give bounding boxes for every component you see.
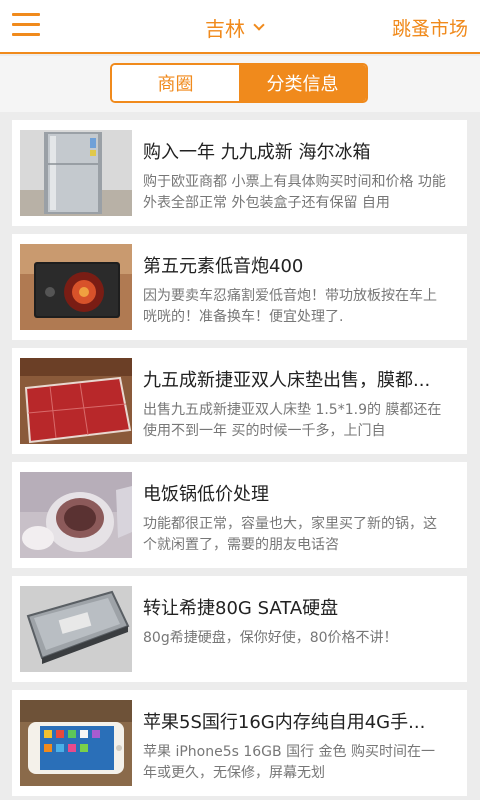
list-item[interactable]: 九五成新捷亚双人床垫出售，膜都... 出售九五成新捷亚双人床垫 1.5*1.9的… (12, 348, 467, 454)
listing-description: 购于欧亚商都 小票上有具体购买时间和价格 功能外表全部正常 外包装盒子还有保留 … (143, 174, 446, 211)
listing-title: 电饭锅低价处理 (143, 484, 269, 505)
fridge-thumbnail (20, 130, 132, 216)
city-selector[interactable]: 吉林 (205, 13, 265, 41)
tab-classified-info[interactable]: 分类信息 (239, 65, 366, 101)
listing-description: 因为要卖车忍痛割爱低音炮！带功放板按在车上咣咣的！准备换车！便宜处理了. (143, 288, 437, 325)
listing-description: 苹果 iPhone5s 16GB 国行 金色 购买时间在一年或更久，无保修，屏幕… (143, 744, 435, 781)
list-item[interactable]: 第五元素低音炮400 因为要卖车忍痛割爱低音炮！带功放板按在车上咣咣的！准备换车… (12, 234, 467, 340)
tab-business-district[interactable]: 商圈 (112, 65, 239, 101)
listing-title: 转让希捷80G SATA硬盘 (143, 598, 339, 619)
subwoofer-thumbnail (20, 244, 132, 330)
listing-title: 九五成新捷亚双人床垫出售，膜都... (143, 370, 431, 391)
list-item[interactable]: 转让希捷80G SATA硬盘 80g希捷硬盘，保你好使，80价格不讲！ (12, 576, 467, 682)
list-item[interactable]: 购入一年 九九成新 海尔冰箱 购于欧亚商都 小票上有具体购买时间和价格 功能外表… (12, 120, 467, 226)
city-label: 吉林 (205, 16, 245, 41)
listing-title: 第五元素低音炮400 (143, 256, 304, 277)
listing-title: 苹果5S国行16G内存纯自用4G手... (143, 712, 426, 733)
rice-cooker-thumbnail (20, 472, 132, 558)
segmented-control: 商圈 分类信息 (110, 63, 368, 103)
iphone-thumbnail (20, 700, 132, 786)
top-bar: 吉林 跳蚤市场 (0, 0, 480, 54)
flea-market-link[interactable]: 跳蚤市场 (392, 14, 468, 41)
list-item[interactable]: 苹果5S国行16G内存纯自用4G手... 苹果 iPhone5s 16GB 国行… (12, 690, 467, 796)
hard-drive-thumbnail (20, 586, 132, 672)
tab-bar: 商圈 分类信息 (0, 56, 480, 112)
listing-description: 功能都很正常，容量也大，家里买了新的锅，这个就闲置了，需要的朋友电话咨 (143, 516, 437, 553)
listing-description: 出售九五成新捷亚双人床垫 1.5*1.9的 膜都还在 使用不到一年 买的时候一千… (143, 402, 442, 439)
listing-description: 80g希捷硬盘，保你好使，80价格不讲！ (143, 630, 398, 646)
menu-icon[interactable] (12, 13, 40, 37)
list-item[interactable]: 电饭锅低价处理 功能都很正常，容量也大，家里买了新的锅，这个就闲置了，需要的朋友… (12, 462, 467, 568)
mattress-thumbnail (20, 358, 132, 444)
chevron-down-icon (253, 18, 265, 31)
listing-title: 购入一年 九九成新 海尔冰箱 (143, 142, 371, 163)
